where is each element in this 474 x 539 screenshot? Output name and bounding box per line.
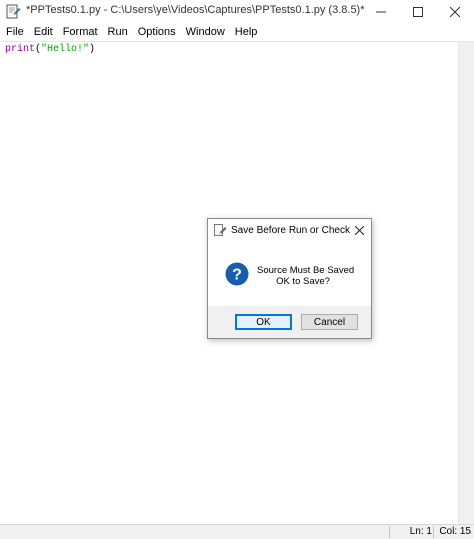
code-close-paren: ) <box>89 44 96 55</box>
ok-button[interactable]: OK <box>235 314 292 330</box>
menu-file[interactable]: File <box>0 23 29 41</box>
maximize-icon <box>413 6 423 17</box>
status-bar: Ln: 1 Col: 15 <box>0 524 474 539</box>
code-line-1: print("Hello!") <box>5 44 95 55</box>
idle-editor-window: *PPTests0.1.py - C:\Users\ye\Videos\Capt… <box>0 0 474 539</box>
minimize-icon <box>376 11 386 12</box>
menu-edit[interactable]: Edit <box>29 23 58 41</box>
close-button[interactable] <box>436 0 474 23</box>
dialog-title-bar[interactable]: Save Before Run or Check <box>208 219 371 243</box>
close-icon <box>354 225 364 235</box>
menu-format[interactable]: Format <box>58 23 103 41</box>
status-column: Col: 15 <box>439 526 471 537</box>
dialog-message: Source Must Be Saved OK to Save? <box>257 265 355 287</box>
dialog-button-bar: OK Cancel <box>208 306 371 338</box>
menu-window[interactable]: Window <box>181 23 230 41</box>
menu-run[interactable]: Run <box>103 23 133 41</box>
status-line: Ln: 1 <box>409 526 432 537</box>
python-feather-icon <box>214 224 227 236</box>
cancel-button[interactable]: Cancel <box>301 314 358 330</box>
status-divider <box>433 526 434 538</box>
menu-options[interactable]: Options <box>133 23 181 41</box>
code-builtin: print <box>5 44 36 55</box>
dialog-title: Save Before Run or Check <box>231 225 350 236</box>
title-bar[interactable]: *PPTests0.1.py - C:\Users\ye\Videos\Capt… <box>0 0 474 23</box>
close-icon <box>450 6 460 17</box>
status-divider <box>389 526 390 538</box>
python-idle-icon <box>6 4 21 19</box>
svg-text:?: ? <box>232 267 242 284</box>
minimize-button[interactable] <box>362 0 400 23</box>
maximize-button[interactable] <box>399 0 437 23</box>
window-title: *PPTests0.1.py - C:\Users\ye\Videos\Capt… <box>26 4 365 16</box>
dialog-message-line-2: OK to Save? <box>276 276 330 287</box>
vertical-scrollbar[interactable] <box>458 42 474 524</box>
code-string: "Hello!" <box>41 44 90 55</box>
dialog-message-line-1: Source Must Be Saved <box>257 265 355 276</box>
question-icon: ? <box>225 262 249 286</box>
save-before-run-dialog: Save Before Run or Check ? Source Must B… <box>207 218 372 339</box>
menu-help[interactable]: Help <box>230 23 263 41</box>
menu-bar: File Edit Format Run Options Window Help <box>0 23 474 41</box>
dialog-close-button[interactable] <box>351 222 367 238</box>
